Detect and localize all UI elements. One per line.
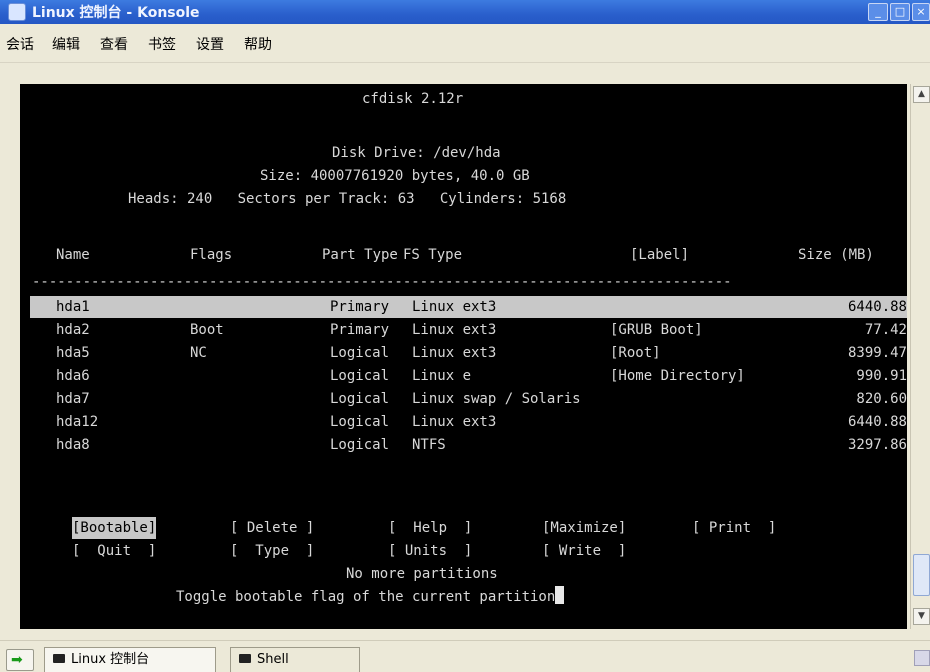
partition-table-header: Name Flags Part Type FS Type [Label] Siz… bbox=[20, 244, 907, 266]
partition-flags: NC bbox=[190, 345, 207, 361]
partition-fs-type: Linux ext3 bbox=[412, 322, 497, 338]
partition-fs-type: Linux ext3 bbox=[412, 414, 497, 430]
partition-part-type: Primary bbox=[330, 322, 390, 338]
cfdisk-title: cfdisk 2.12r bbox=[362, 91, 464, 107]
disk-geometry-line: Heads: 240 Sectors per Track: 63 Cylinde… bbox=[128, 191, 567, 207]
close-tab-icon[interactable] bbox=[914, 650, 930, 666]
partition-fs-type: Linux swap / Solaris bbox=[412, 391, 581, 407]
tab-label: Shell bbox=[257, 652, 289, 667]
help-button[interactable]: [ Help ] bbox=[388, 517, 472, 539]
partition-part-type: Logical bbox=[330, 391, 390, 407]
terminal-area[interactable]: cfdisk 2.12r Disk Drive: /dev/hda Size: … bbox=[20, 84, 907, 629]
menu-view[interactable]: 查看 bbox=[100, 34, 128, 54]
write-button[interactable]: [ Write ] bbox=[542, 540, 626, 562]
partition-row[interactable]: hda5 NC Logical Linux ext3 [Root] 8399.47 bbox=[30, 342, 907, 364]
scrollbar-thumb[interactable] bbox=[913, 554, 930, 596]
units-button[interactable]: [ Units ] bbox=[388, 540, 472, 562]
partition-name: hda12 bbox=[56, 414, 99, 430]
konsole-app-icon bbox=[8, 3, 26, 21]
print-button[interactable]: [ Print ] bbox=[692, 517, 776, 539]
header-separator: ----------------------------------------… bbox=[32, 274, 732, 290]
partition-size: 820.60 bbox=[856, 391, 907, 407]
terminal-icon bbox=[53, 654, 65, 663]
partition-label: [GRUB Boot] bbox=[610, 322, 703, 338]
header-name: Name bbox=[56, 247, 90, 263]
text-cursor bbox=[555, 586, 565, 604]
close-icon[interactable]: × bbox=[912, 3, 930, 21]
partition-name: hda2 bbox=[56, 322, 90, 338]
partition-label: [Home Directory] bbox=[610, 368, 745, 384]
partition-name: hda1 bbox=[56, 299, 90, 315]
bootable-button[interactable]: [Bootable] bbox=[72, 517, 157, 539]
menu-bookmarks[interactable]: 书签 bbox=[148, 34, 176, 54]
partition-size: 990.91 bbox=[856, 368, 907, 384]
header-part-type: Part Type bbox=[322, 247, 398, 263]
partition-size: 8399.47 bbox=[847, 345, 907, 361]
help-text: Toggle bootable flag of the current part… bbox=[176, 589, 556, 605]
partition-row[interactable]: hda6 Logical Linux e [Home Directory] 990.91 bbox=[30, 365, 907, 387]
maximize-button[interactable]: [Maximize] bbox=[542, 517, 626, 539]
status-message: No more partitions bbox=[346, 566, 498, 582]
partition-size: 77.42 bbox=[864, 322, 907, 338]
partition-part-type: Primary bbox=[330, 299, 390, 315]
tab-bar: ➡ Linux 控制台 Shell bbox=[0, 640, 930, 672]
partition-part-type: Logical bbox=[330, 345, 390, 361]
partition-name: hda7 bbox=[56, 391, 90, 407]
disk-size-line: Size: 40007761920 bytes, 40.0 GB bbox=[260, 168, 530, 184]
header-label: [Label] bbox=[630, 247, 690, 263]
menu-settings[interactable]: 设置 bbox=[196, 34, 224, 54]
partition-size: 6440.88 bbox=[847, 299, 907, 315]
partition-row[interactable]: hda7 Logical Linux swap / Solaris 820.60 bbox=[30, 388, 907, 410]
type-button[interactable]: [ Type ] bbox=[230, 540, 314, 562]
menu-session[interactable]: 会话 bbox=[6, 34, 34, 54]
konsole-window: Linux 控制台 - Konsole _ □ × 会话 编辑 查看 书签 设置… bbox=[0, 0, 930, 672]
partition-part-type: Logical bbox=[330, 368, 390, 384]
help-text-line: Toggle bootable flag of the current part… bbox=[176, 586, 565, 608]
partition-part-type: Logical bbox=[330, 437, 390, 453]
scroll-up-icon[interactable]: ▲ bbox=[913, 86, 930, 103]
window-title: Linux 控制台 - Konsole bbox=[32, 5, 200, 21]
partition-fs-type: Linux ext3 bbox=[412, 299, 497, 315]
partition-name: hda6 bbox=[56, 368, 90, 384]
command-bar-row1: [Bootable] [ Delete ] [ Help ] [Maximize… bbox=[72, 517, 776, 539]
title-bar: Linux 控制台 - Konsole _ □ × bbox=[0, 0, 930, 24]
arrow-right-icon: ➡ bbox=[11, 652, 23, 668]
tab-label: Linux 控制台 bbox=[71, 652, 150, 667]
partition-size: 6440.88 bbox=[847, 414, 907, 430]
partition-name: hda8 bbox=[56, 437, 90, 453]
partition-part-type: Logical bbox=[330, 414, 390, 430]
header-fs-type: FS Type bbox=[403, 247, 463, 263]
quit-button[interactable]: [ Quit ] bbox=[72, 540, 156, 562]
terminal-icon bbox=[239, 654, 251, 663]
terminal-scrollbar[interactable]: ▲ ▼ bbox=[910, 84, 930, 629]
partition-row[interactable]: hda8 Logical NTFS 3297.86 bbox=[30, 434, 907, 456]
scroll-down-icon[interactable]: ▼ bbox=[913, 608, 930, 625]
minimize-icon[interactable]: _ bbox=[868, 3, 888, 21]
partition-row[interactable]: hda2 Boot Primary Linux ext3 [GRUB Boot] 77.4… bbox=[30, 319, 907, 341]
menu-bar: 会话 编辑 查看 书签 设置 帮助 bbox=[0, 24, 930, 63]
partition-flags: Boot bbox=[190, 322, 224, 338]
partition-size: 3297.86 bbox=[847, 437, 907, 453]
partition-fs-type: NTFS bbox=[412, 437, 446, 453]
tab-linux-console[interactable]: Linux 控制台 bbox=[44, 647, 216, 672]
menu-edit[interactable]: 编辑 bbox=[52, 34, 80, 54]
partition-fs-type: Linux e bbox=[412, 368, 472, 384]
partition-label: [Root] bbox=[610, 345, 661, 361]
new-session-button[interactable]: ➡ bbox=[6, 649, 34, 671]
header-size: Size (MB) bbox=[798, 247, 874, 263]
maximize-icon[interactable]: □ bbox=[890, 3, 910, 21]
header-flags: Flags bbox=[190, 247, 233, 263]
tab-shell[interactable]: Shell bbox=[230, 647, 360, 672]
delete-button[interactable]: [ Delete ] bbox=[230, 517, 314, 539]
menu-help[interactable]: 帮助 bbox=[244, 34, 272, 54]
disk-drive-line: Disk Drive: /dev/hda bbox=[332, 145, 501, 161]
partition-fs-type: Linux ext3 bbox=[412, 345, 497, 361]
partition-row[interactable]: hda12 Logical Linux ext3 6440.88 bbox=[30, 411, 907, 433]
partition-name: hda5 bbox=[56, 345, 90, 361]
partition-row[interactable]: hda1 Primary Linux ext3 6440.88 bbox=[30, 296, 907, 318]
command-bar-row2: [ Quit ] [ Type ] [ Units ] [ Write ] bbox=[72, 540, 626, 562]
